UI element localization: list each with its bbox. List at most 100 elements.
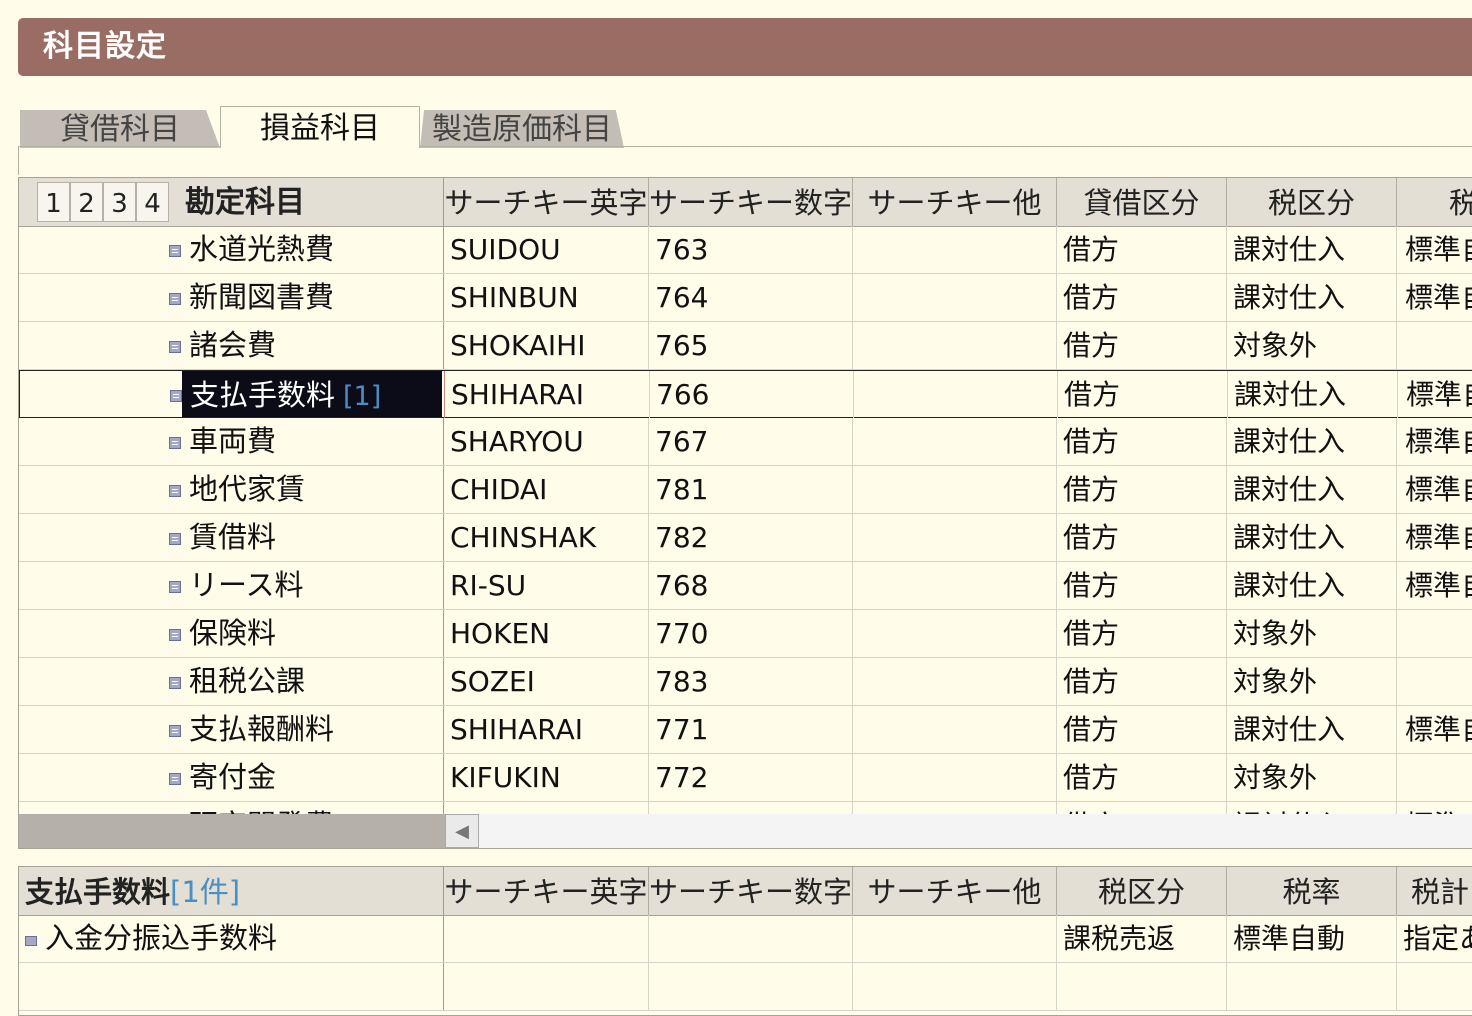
- tax-category-cell[interactable]: 課対仕入: [1227, 706, 1397, 753]
- account-cell[interactable]: 新聞図書費: [19, 274, 444, 321]
- search-num-cell[interactable]: 782: [649, 514, 853, 561]
- search-en-cell[interactable]: SOZEI: [444, 658, 649, 705]
- tab-balance-sheet[interactable]: 貸借科目: [20, 110, 220, 148]
- table-row[interactable]: 支払報酬料 SHIHARAI771 借方課対仕入標準自: [19, 706, 1472, 754]
- sub-search-en-cell[interactable]: [444, 915, 649, 962]
- subheader-tax-calc[interactable]: 税計: [1397, 867, 1472, 915]
- table-row[interactable]: 車両費 SHARYOU767 借方課対仕入標準自: [19, 418, 1472, 466]
- table-row[interactable]: 寄付金 KIFUKIN 772 借方 対象外: [19, 754, 1472, 802]
- header-tax-category[interactable]: 税区分: [1227, 178, 1397, 226]
- tab-profit-loss[interactable]: 損益科目: [220, 106, 420, 148]
- search-other-cell[interactable]: [853, 706, 1057, 753]
- tax-category-cell[interactable]: 対象外: [1227, 754, 1397, 801]
- account-cell[interactable]: 諸会費: [19, 322, 444, 369]
- tax-rate-cell[interactable]: 標準自: [1397, 514, 1472, 561]
- search-num-cell[interactable]: 764: [649, 274, 853, 321]
- tab-manufacturing-cost[interactable]: 製造原価科目: [420, 110, 624, 148]
- tax-category-cell[interactable]: 対象外: [1227, 610, 1397, 657]
- account-cell[interactable]: 水道光熱費: [19, 226, 444, 273]
- search-num-cell[interactable]: 781: [649, 466, 853, 513]
- scroll-track[interactable]: [445, 814, 1472, 848]
- search-other-cell[interactable]: [853, 466, 1057, 513]
- debit-credit-cell[interactable]: 借方: [1058, 371, 1228, 418]
- level-3-button[interactable]: 3: [103, 182, 136, 222]
- search-en-cell[interactable]: KIFUKIN: [444, 754, 649, 801]
- debit-credit-cell[interactable]: 借方: [1057, 754, 1227, 801]
- sub-tax-category-cell[interactable]: 課税売返: [1057, 915, 1227, 962]
- account-cell[interactable]: 地代家賃: [19, 466, 444, 513]
- tax-category-cell[interactable]: 課対仕入: [1227, 514, 1397, 561]
- header-account[interactable]: 1 2 3 4 勘定科目: [19, 178, 444, 226]
- search-en-cell[interactable]: SHOKAIHI: [444, 322, 649, 369]
- tax-rate-cell[interactable]: [1397, 754, 1472, 801]
- search-en-cell[interactable]: SHINBUN: [444, 274, 649, 321]
- subheader-search-num[interactable]: サーチキー数字: [649, 867, 853, 915]
- account-cell[interactable]: 車両費: [19, 418, 444, 465]
- subheader-search-en[interactable]: サーチキー英字: [444, 867, 649, 915]
- search-en-cell[interactable]: HOKEN: [444, 610, 649, 657]
- horizontal-scrollbar[interactable]: ◀: [19, 814, 1472, 848]
- tax-rate-cell[interactable]: [1397, 658, 1472, 705]
- search-other-cell[interactable]: [853, 226, 1057, 273]
- tax-category-cell[interactable]: 対象外: [1227, 658, 1397, 705]
- tax-rate-cell[interactable]: 標準自: [1397, 274, 1472, 321]
- search-en-cell[interactable]: SUIDOU: [444, 226, 649, 273]
- search-num-cell[interactable]: 771: [649, 706, 853, 753]
- search-other-cell[interactable]: [853, 418, 1057, 465]
- search-num-cell[interactable]: 763: [649, 226, 853, 273]
- search-other-cell[interactable]: [854, 371, 1058, 418]
- search-en-cell[interactable]: SHARYOU: [444, 418, 649, 465]
- search-num-cell[interactable]: 768: [649, 562, 853, 609]
- header-tax-next[interactable]: 税: [1397, 178, 1472, 226]
- tax-category-cell[interactable]: 課対仕入: [1227, 418, 1397, 465]
- subheader-tax-category[interactable]: 税区分: [1057, 867, 1227, 915]
- account-cell[interactable]: リース料: [19, 562, 444, 609]
- search-en-cell[interactable]: RI-SU: [444, 562, 649, 609]
- search-other-cell[interactable]: [853, 274, 1057, 321]
- debit-credit-cell[interactable]: 借方: [1057, 658, 1227, 705]
- search-en-cell[interactable]: SHIHARAI: [445, 371, 650, 418]
- account-cell[interactable]: 賃借料: [19, 514, 444, 561]
- header-debit-credit[interactable]: 貸借区分: [1057, 178, 1227, 226]
- level-4-button[interactable]: 4: [136, 182, 169, 222]
- search-num-cell[interactable]: 765: [649, 322, 853, 369]
- tax-rate-cell[interactable]: 標準自: [1397, 562, 1472, 609]
- subgrid-row[interactable]: 入金分振込手数料 課税売返 標準自動 指定あ: [19, 915, 1472, 963]
- debit-credit-cell[interactable]: 借方: [1057, 466, 1227, 513]
- debit-credit-cell[interactable]: 借方: [1057, 610, 1227, 657]
- tax-rate-cell[interactable]: [1397, 322, 1472, 369]
- account-name-selected[interactable]: 支払手数料 [1]: [182, 371, 442, 417]
- subheader-tax-rate[interactable]: 税率: [1227, 867, 1397, 915]
- account-cell[interactable]: 寄付金: [19, 754, 444, 801]
- debit-credit-cell[interactable]: 借方: [1057, 274, 1227, 321]
- search-num-cell[interactable]: 766: [650, 371, 854, 418]
- table-row[interactable]: リース料 RI-SU768 借方課対仕入標準自: [19, 562, 1472, 610]
- table-row[interactable]: 水道光熱費 SUIDOU763 借方課対仕入標準自: [19, 226, 1472, 274]
- search-other-cell[interactable]: [853, 658, 1057, 705]
- subheader-search-other[interactable]: サーチキー他: [853, 867, 1057, 915]
- table-row[interactable]: 諸会費 SHOKAIHI 765 借方 対象外: [19, 322, 1472, 370]
- search-en-cell[interactable]: CHIDAI: [444, 466, 649, 513]
- sub-search-num-cell[interactable]: [649, 915, 853, 962]
- tax-category-cell[interactable]: 課対仕入: [1227, 562, 1397, 609]
- search-other-cell[interactable]: [853, 754, 1057, 801]
- tax-category-cell[interactable]: 課対仕入: [1227, 466, 1397, 513]
- search-num-cell[interactable]: 772: [649, 754, 853, 801]
- search-num-cell[interactable]: 767: [649, 418, 853, 465]
- debit-credit-cell[interactable]: 借方: [1057, 514, 1227, 561]
- search-other-cell[interactable]: [853, 610, 1057, 657]
- scroll-left-arrow-icon[interactable]: ◀: [445, 814, 479, 848]
- level-1-button[interactable]: 1: [37, 182, 70, 222]
- tax-category-cell[interactable]: 課対仕入: [1228, 371, 1398, 418]
- table-row[interactable]: 新聞図書費 SHINBUN764 借方課対仕入標準自: [19, 274, 1472, 322]
- account-cell[interactable]: 支払報酬料: [19, 706, 444, 753]
- sub-tax-rate-cell[interactable]: 標準自動: [1227, 915, 1397, 962]
- subgrid-empty-row[interactable]: [19, 963, 1472, 1011]
- tax-rate-cell[interactable]: [1397, 610, 1472, 657]
- search-num-cell[interactable]: 770: [649, 610, 853, 657]
- account-cell[interactable]: 保険料: [19, 610, 444, 657]
- tax-rate-cell[interactable]: 標準自: [1397, 466, 1472, 513]
- search-other-cell[interactable]: [853, 322, 1057, 369]
- tax-rate-cell[interactable]: 標準自: [1397, 226, 1472, 273]
- account-cell[interactable]: 支払手数料 [1]: [20, 371, 445, 418]
